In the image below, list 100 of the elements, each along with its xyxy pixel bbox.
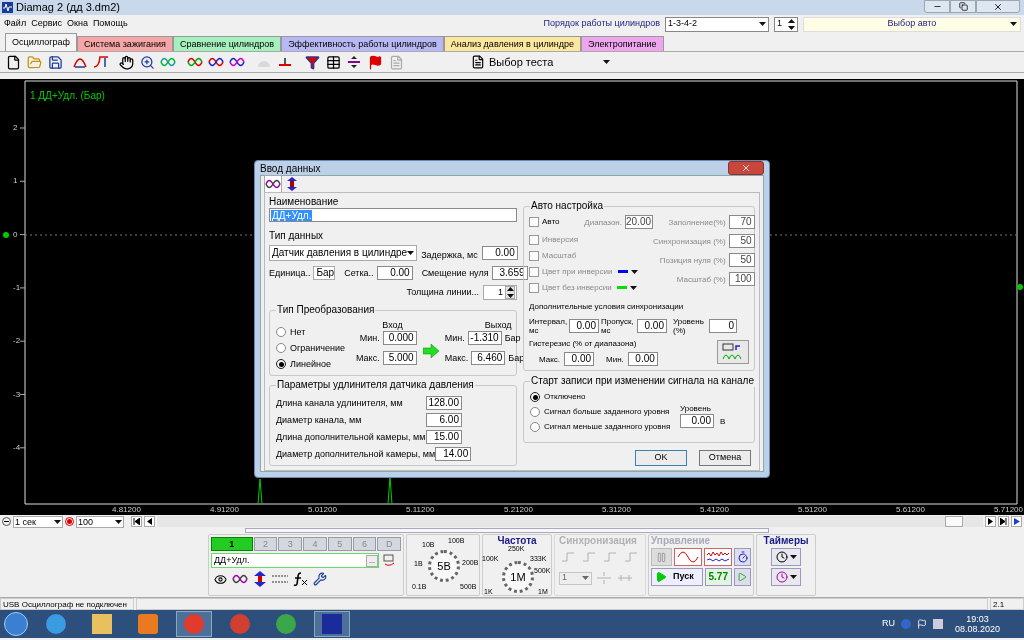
input-field[interactable]: 70 [728,215,755,229]
input-field[interactable]: -1.310 [467,331,502,345]
play-icon[interactable] [1011,516,1022,527]
auto-sync-button[interactable] [717,340,749,364]
input-field[interactable]: 0.00 [376,266,413,280]
scrollbar-track[interactable] [157,516,983,527]
tab[interactable]: Сравнение цилиндров [172,36,282,51]
caret-icon[interactable] [407,250,415,255]
input-field[interactable]: 0.000 [382,331,417,345]
caret-icon[interactable] [789,575,797,579]
zoom-select[interactable]: 100 [76,515,124,528]
close-icon[interactable] [993,1,1003,12]
input-field[interactable]: 0.00 [680,414,714,428]
close-button[interactable] [728,161,764,175]
channel-button[interactable]: 1 [211,537,253,551]
caret-icon[interactable] [54,519,61,524]
radio-button[interactable]: Нет [276,326,350,338]
caret-icon[interactable] [1010,22,1017,26]
input-field[interactable]: 100 [728,272,755,286]
save-icon[interactable] [46,53,64,71]
radio-button[interactable]: Сигнал больше заданного уровня [530,406,680,418]
zoom-in-icon[interactable] [65,517,74,526]
input-field[interactable]: 0.00 [569,319,599,333]
input-field[interactable]: 14.00 [435,447,472,461]
input-field[interactable]: 6.00 [426,413,462,427]
clock[interactable]: 19:03 08.08.2020 [954,614,1000,634]
restore-button[interactable] [950,0,976,13]
line-width-spin[interactable]: 1 [483,285,517,300]
radio-button[interactable]: Линейное [276,358,350,370]
radio-button[interactable]: Ограничение [276,342,350,354]
test-select[interactable]: Выбор теста [468,53,613,71]
start-icon[interactable] [4,612,28,636]
noise-wave-button[interactable] [703,548,733,566]
sync-select[interactable]: 1 [559,571,592,585]
channel-marker[interactable] [1017,284,1023,290]
timer-button[interactable] [771,548,801,566]
caret-icon[interactable] [603,60,610,64]
sine-wave-button[interactable] [673,548,702,566]
rotary-knob[interactable]: 5В [428,550,460,582]
input-field[interactable]: 0.00 [637,319,667,333]
step-icon[interactable] [92,53,110,71]
input-field[interactable]: 0 [709,319,737,333]
hand-icon[interactable] [117,53,135,71]
input-field[interactable]: 50 [728,234,755,248]
spin-arrows-icon[interactable] [788,18,795,30]
car-select[interactable]: Выбор авто [803,16,1021,32]
table-icon[interactable] [324,53,342,71]
input-field[interactable]: 0.00 [481,245,518,260]
input-field[interactable]: 5.000 [382,351,417,365]
function-icon[interactable] [291,570,309,588]
menu-item[interactable]: Помощь [92,17,128,31]
input-field[interactable]: 128.00 [426,396,462,410]
caret-icon[interactable] [789,555,797,559]
dialog-button[interactable]: Отмена [699,450,751,466]
cylinder-order-select[interactable]: 1-3-4-2 [665,16,769,32]
language-indicator[interactable]: RU [881,617,895,631]
next-icon[interactable] [985,516,996,527]
first-page-icon[interactable] [131,516,142,527]
caret-icon[interactable] [115,519,122,524]
spin-arrows-icon[interactable] [506,287,514,298]
tab[interactable]: Система зажигания [77,36,173,51]
zoom-icon[interactable] [138,53,156,71]
dialog-button[interactable]: OK [635,450,687,466]
tab[interactable]: Анализ давления в цилиндре [443,36,582,51]
spin-field[interactable]: 1 [774,16,798,32]
tab[interactable]: Эффективность работы цилиндров [281,36,444,51]
wrench-icon[interactable] [311,570,329,588]
input-field[interactable]: 0.00 [627,352,658,366]
rotary-knob[interactable]: 1М [502,561,534,593]
input-field[interactable]: 0.00 [564,352,594,366]
timebase-select[interactable]: 1 сек [13,515,63,528]
radio-button[interactable]: Отключено [530,391,680,403]
menu-item[interactable]: Сервис [31,17,62,31]
input-field[interactable]: 50 [728,253,755,267]
filter-icon[interactable] [303,53,321,71]
channel-marker[interactable] [3,232,9,238]
data-type-select[interactable]: Датчик давления в цилиндре [269,244,418,261]
previous-icon[interactable] [144,516,155,527]
radio-button[interactable]: Сигнал меньше заданного уровня [530,421,680,433]
unit-field[interactable]: Бар [313,266,336,280]
scrollbar[interactable] [245,528,769,533]
divider-icon[interactable] [345,53,363,71]
clock-icon[interactable] [775,571,788,583]
auto-start-button[interactable] [733,568,751,586]
menu-item[interactable]: Окна [66,17,88,31]
input-field[interactable]: 6.460 [471,351,506,365]
tab[interactable]: Электропитание [581,36,664,51]
start-button[interactable]: Пуск [651,568,703,586]
menu-item[interactable]: Файл [4,17,27,31]
timer-button[interactable] [771,568,801,586]
clock-icon[interactable] [775,551,788,563]
checkbox[interactable]: Авто [529,216,560,228]
tab[interactable]: Осциллограф [5,33,77,51]
document-icon[interactable] [471,55,485,69]
caret-icon[interactable] [759,22,766,26]
input-field[interactable]: 20.00 [625,215,653,229]
restore-icon[interactable] [958,2,968,11]
last-page-icon[interactable] [998,516,1009,527]
input-field[interactable]: 15.00 [426,430,462,444]
flag-icon[interactable] [916,619,927,629]
